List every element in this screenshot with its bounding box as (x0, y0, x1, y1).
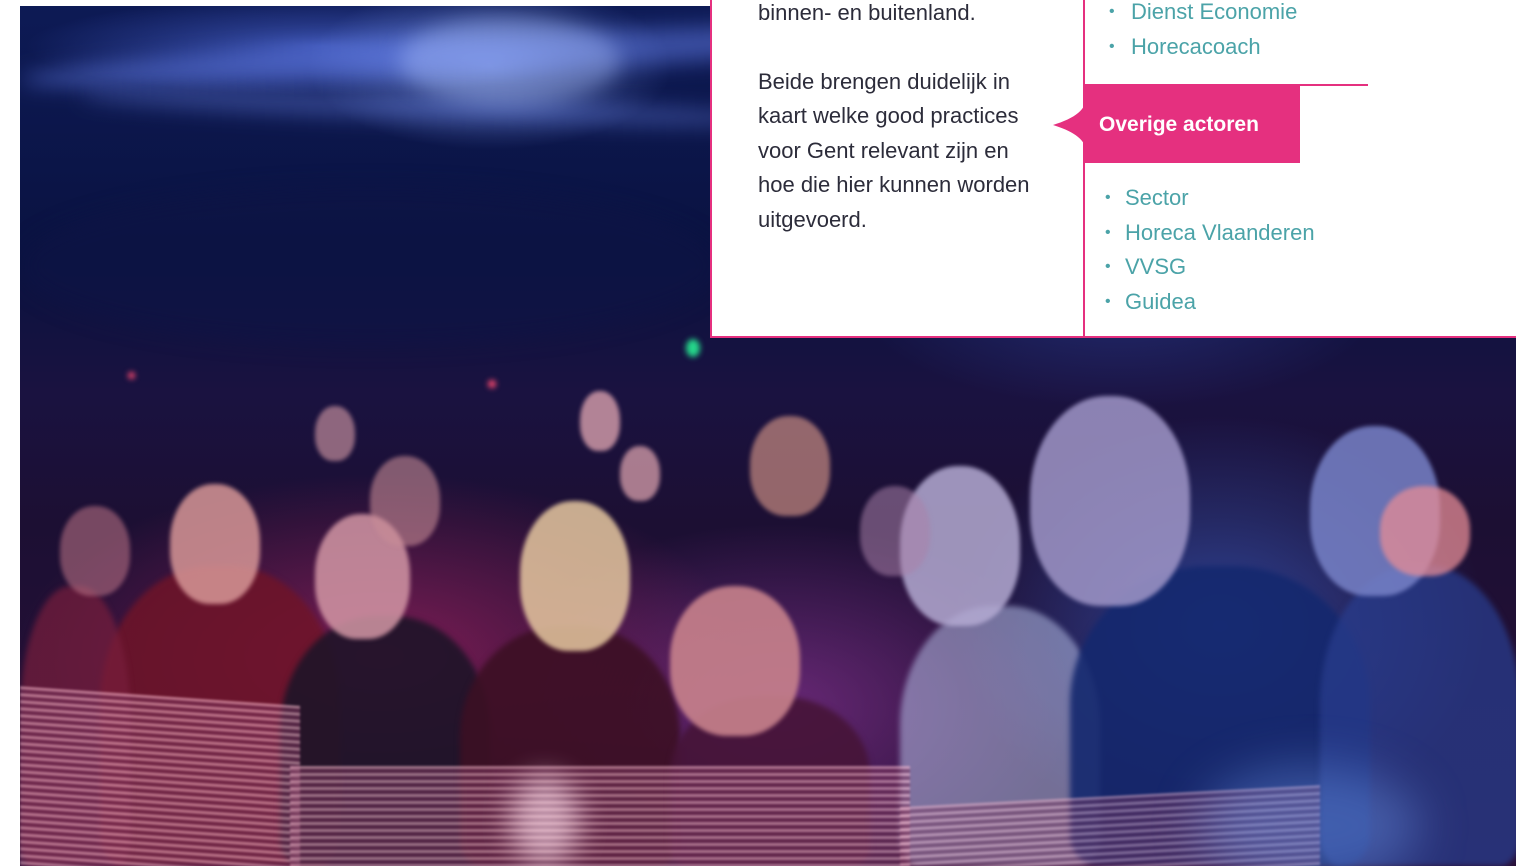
bullet: • (1109, 3, 1115, 20)
section-rule-bottom (1085, 336, 1368, 338)
intro-paragraph-1: binnen- en buitenland. (758, 0, 976, 25)
overige-actoren-list: • Sector • Horeca Vlaanderen • VVSG • Gu… (1091, 181, 1315, 319)
bullet: • (1105, 223, 1111, 241)
bullet: • (1105, 258, 1111, 275)
list-item: • Guidea (1091, 285, 1315, 320)
list-item: • Horecacoach (1093, 30, 1297, 65)
list-item-label: VVSG (1125, 254, 1187, 279)
list-item: • VVSG (1091, 250, 1315, 285)
list-item-label: Guidea (1125, 288, 1196, 314)
speech-notch-shape (1053, 94, 1087, 156)
list-item: • Horeca Vlaanderen (1091, 216, 1315, 251)
list-item: • Dienst Economie (1093, 0, 1297, 30)
bullet: • (1105, 292, 1111, 310)
list-item-label: Dienst Economie (1131, 0, 1298, 24)
intro-text: binnen- en buitenland. Beide brengen dui… (758, 0, 1038, 237)
list-item-label: Sector (1125, 185, 1189, 210)
list-item: • Sector (1091, 181, 1315, 216)
stad-gent-list: • Dienst Economie • Horecacoach (1093, 0, 1297, 64)
content-card: binnen- en buitenland. Beide brengen dui… (710, 0, 1516, 338)
bullet: • (1105, 189, 1111, 206)
section-heading: Overige actoren (1085, 86, 1300, 163)
intro-paragraph-2: Beide brengen duidelijk in kaart welke g… (758, 68, 1030, 232)
list-item-label: Horecacoach (1131, 33, 1261, 59)
list-item-label: Horeca Vlaanderen (1125, 219, 1315, 245)
bullet: • (1109, 37, 1115, 55)
actors-column: • Dienst Economie • Horecacoach Overige … (1053, 0, 1368, 338)
